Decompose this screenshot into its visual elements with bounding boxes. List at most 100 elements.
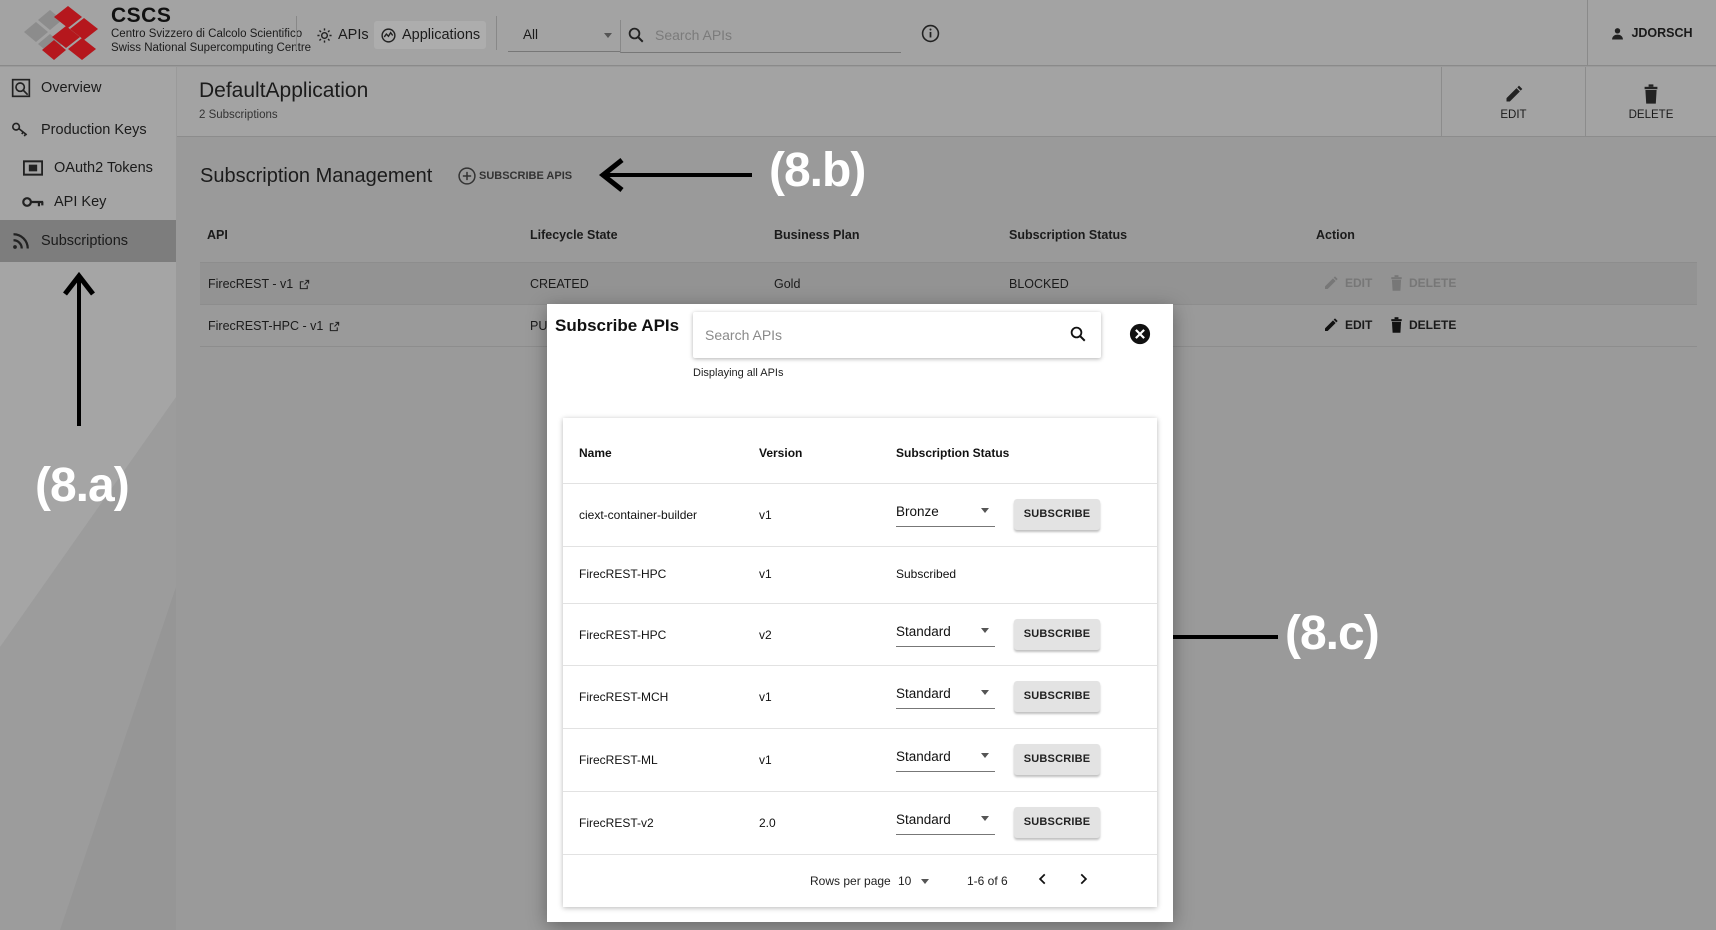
subscription-status: BLOCKED (1009, 277, 1069, 291)
user-menu-button[interactable]: JDORSCH (1587, 0, 1716, 66)
caret-down-icon (981, 753, 989, 758)
edit-subscription-button[interactable]: EDIT (1323, 275, 1372, 291)
plan-value: Standard (896, 624, 951, 639)
sidebar-item-api-key[interactable]: API Key (0, 185, 176, 219)
subscribe-button[interactable]: SUBSCRIBE (1014, 681, 1100, 712)
pencil-icon (1323, 317, 1339, 333)
external-link-icon (299, 279, 310, 290)
info-icon[interactable] (921, 24, 940, 43)
subscribe-button[interactable]: SUBSCRIBE (1014, 807, 1100, 838)
plan-select[interactable]: Standard (896, 807, 995, 835)
rows-per-page-select[interactable]: 10 (898, 874, 930, 888)
column-header-plan[interactable]: Business Plan (774, 228, 859, 242)
column-header-subscription-status[interactable]: Subscription Status (896, 446, 1009, 460)
sidebar-item-label: Subscriptions (41, 233, 129, 249)
pagination: Rows per page 10 1-6 of 6 (563, 854, 1157, 907)
plan-select[interactable]: Standard (896, 744, 995, 772)
plan-select[interactable]: Standard (896, 681, 995, 709)
key-icon (22, 196, 44, 208)
search-icon (627, 26, 645, 44)
api-name: FirecREST-MCH (579, 690, 669, 704)
column-header-version[interactable]: Version (759, 446, 802, 460)
api-name: FirecREST - v1 (208, 277, 294, 291)
nav-applications-label: Applications (402, 27, 481, 43)
edit-label: EDIT (1500, 108, 1527, 121)
column-header-lifecycle[interactable]: Lifecycle State (530, 228, 618, 242)
previous-page-icon[interactable] (1036, 872, 1050, 886)
api-name: FirecREST-HPC - v1 (208, 319, 324, 333)
sidebar-item-label: OAuth2 Tokens (54, 160, 153, 176)
nav-applications-button[interactable]: Applications (374, 21, 487, 49)
table-row: FirecREST - v1 CREATED Gold BLOCKED EDIT… (200, 263, 1697, 305)
table-row: ciext-container-builder v1 Bronze SUBSCR… (563, 483, 1157, 546)
overview-icon (10, 78, 32, 98)
api-version: v1 (759, 508, 772, 522)
dialog-search-input[interactable]: Search APIs (693, 312, 1101, 358)
subscribe-apis-label: SUBSCRIBE APIS (479, 170, 573, 182)
applications-icon (380, 27, 397, 44)
column-header-api[interactable]: API (207, 228, 228, 242)
delete-subscription-button[interactable]: DELETE (1390, 317, 1456, 333)
cscs-logo[interactable] (22, 4, 104, 62)
plan-value: Standard (896, 812, 951, 827)
search-icon[interactable] (1069, 325, 1087, 343)
delete-subscription-button[interactable]: DELETE (1390, 275, 1456, 291)
api-version: v2 (759, 628, 772, 642)
lifecycle-state: CREATED (530, 277, 589, 291)
api-version: v1 (759, 753, 772, 767)
subscribe-apis-dialog: Subscribe APIs Search APIs Displaying al… (547, 304, 1173, 922)
api-name: FirecREST-v2 (579, 816, 654, 830)
displaying-text: Displaying all APIs (693, 367, 784, 379)
top-search-input[interactable]: Search APIs (620, 20, 901, 53)
next-page-icon[interactable] (1076, 872, 1090, 886)
subscribe-button[interactable]: SUBSCRIBE (1014, 619, 1100, 650)
edit-label: EDIT (1345, 276, 1373, 290)
external-link-icon (329, 321, 340, 332)
sidebar-item-overview[interactable]: Overview (0, 67, 176, 109)
brand-line-1: Centro Svizzero di Calcolo Scientifico (111, 28, 303, 40)
api-name: FirecREST-ML (579, 753, 658, 767)
subscribe-button[interactable]: SUBSCRIBE (1014, 499, 1100, 530)
column-header-status[interactable]: Subscription Status (1009, 228, 1127, 242)
subscribe-button[interactable]: SUBSCRIBE (1014, 744, 1100, 775)
subscribed-status: Subscribed (896, 567, 957, 581)
api-link[interactable]: FirecREST - v1 (208, 277, 310, 291)
api-filter-value: All (523, 27, 539, 42)
brand-name: CSCS (111, 4, 172, 27)
delete-application-button[interactable]: DELETE (1585, 67, 1716, 137)
section-title: Subscription Management (200, 165, 433, 187)
pencil-icon (1323, 275, 1339, 291)
brand-line-2: Swiss National Supercomputing Centre (111, 41, 312, 54)
column-header-name[interactable]: Name (579, 446, 612, 460)
caret-down-icon (921, 878, 930, 884)
add-circle-icon (457, 166, 477, 186)
plan-select[interactable]: Standard (896, 619, 995, 647)
column-header-action: Action (1316, 228, 1355, 242)
api-name: ciext-container-builder (579, 508, 698, 522)
sidebar-item-oauth2-tokens[interactable]: OAuth2 Tokens (0, 151, 176, 185)
sidebar-item-subscriptions[interactable]: Subscriptions (0, 220, 176, 262)
brand: CSCS Centro Svizzero di Calcolo Scientif… (111, 5, 311, 54)
trash-icon (1390, 275, 1403, 291)
api-name: FirecREST-HPC (579, 567, 667, 581)
api-link[interactable]: FirecREST-HPC - v1 (208, 319, 340, 333)
nav-apis-button[interactable]: APIs (310, 21, 375, 49)
edit-subscription-button[interactable]: EDIT (1323, 317, 1372, 333)
annotation-label-8a: (8.a) (35, 459, 130, 512)
plan-select[interactable]: Bronze (896, 499, 995, 527)
caret-down-icon (604, 33, 612, 38)
edit-application-button[interactable]: EDIT (1441, 67, 1585, 137)
page-title: DefaultApplication (199, 79, 369, 102)
subscribe-apis-button[interactable]: SUBSCRIBE APIS (457, 166, 572, 186)
api-filter-select[interactable]: All (508, 20, 620, 52)
delete-label: DELETE (1409, 318, 1457, 332)
table-row: FirecREST-HPC v2 Standard SUBSCRIBE (563, 603, 1157, 665)
close-icon[interactable] (1129, 323, 1151, 345)
sidebar-item-production-keys[interactable]: Production Keys (0, 109, 176, 151)
plan-value: Standard (896, 749, 951, 764)
business-plan: Gold (774, 277, 801, 291)
api-version: v1 (759, 567, 772, 581)
divider (296, 16, 297, 50)
keys-icon (10, 121, 32, 139)
annotation-arrow-left (598, 157, 752, 193)
